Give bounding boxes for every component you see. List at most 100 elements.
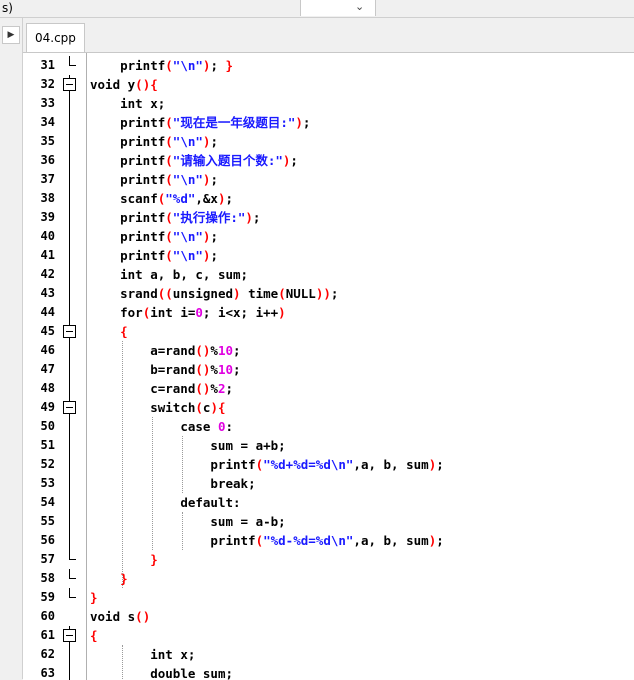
fold-guide [63,170,77,189]
code-line[interactable]: 37 printf("\n"); [23,170,634,189]
fold-guide [63,265,77,284]
line-number: 63 [40,666,55,680]
code-text: int a, b, c, sum; [120,267,249,282]
indent-guide [122,645,124,680]
code-line[interactable]: 34 printf("现在是一年级题目:"); [23,113,634,132]
code-line[interactable]: 36 printf("请输入题目个数:"); [23,151,634,170]
top-toolbar: s) ⌄ [0,0,634,18]
fold-collapse-icon[interactable] [63,626,77,645]
fold-guide [63,512,77,531]
code-text: printf("%d-%d=%d\n",a, b, sum); [90,533,444,548]
code-text: for(int i=0; i<x; i++) [120,305,286,320]
code-line[interactable]: 47 b=rand()%10; [23,360,634,379]
triangle-right-icon[interactable]: ▶ [2,26,20,44]
line-number: 40 [40,229,55,243]
line-number: 41 [40,248,55,262]
scope-dropdown[interactable]: ⌄ [300,0,376,16]
code-line[interactable]: 44 for(int i=0; i<x; i++) [23,303,634,322]
line-number: 47 [40,362,55,376]
project-panel-strip: ▶ [0,18,23,679]
code-line[interactable]: 43 srand((unsigned) time(NULL)); [23,284,634,303]
code-line[interactable]: 59} [23,588,634,607]
fold-end-marker [63,588,77,607]
line-number: 43 [40,286,55,300]
fold-guide [63,94,77,113]
line-number: 39 [40,210,55,224]
code-line[interactable]: 31 printf("\n"); } [23,56,634,75]
line-number: 58 [40,571,55,585]
fold-end-marker [63,569,77,588]
line-number: 31 [40,58,55,72]
code-line[interactable]: 60 void s() [23,607,634,626]
code-line[interactable]: 61 { [23,626,634,645]
code-line[interactable]: 49 switch(c){ [23,398,634,417]
code-line[interactable]: 51 sum = a+b; [23,436,634,455]
code-line[interactable]: 41 printf("\n"); [23,246,634,265]
fold-guide [63,132,77,151]
fold-guide [63,379,77,398]
fold-guide [63,189,77,208]
code-text: printf("执行操作:"); [90,210,261,225]
indent-guide [122,341,124,588]
fold-guide [63,474,77,493]
code-line[interactable]: 53 break; [23,474,634,493]
code-line[interactable]: 39 printf("执行操作:"); [23,208,634,227]
line-number: 32 [40,77,55,91]
fold-collapse-icon[interactable] [63,398,77,417]
code-text: printf("\n"); [90,229,218,244]
fold-guide [63,246,77,265]
line-number: 56 [40,533,55,547]
indent-guide [152,417,154,550]
code-line[interactable]: 35 printf("\n"); [23,132,634,151]
code-text: { [90,628,98,643]
code-line[interactable]: 62 int x; [23,645,634,664]
chevron-down-icon[interactable]: ⌄ [355,0,364,13]
code-line[interactable]: 32 void y(){ [23,75,634,94]
line-number: 61 [40,628,55,642]
code-text: printf("\n"); [90,248,218,263]
code-line[interactable]: 56 printf("%d-%d=%d\n",a, b, sum); [23,531,634,550]
code-line[interactable]: 52 printf("%d+%d=%d\n",a, b, sum); [23,455,634,474]
fold-guide [63,531,77,550]
code-line[interactable]: 50 case 0: [23,417,634,436]
line-number: 51 [40,438,55,452]
line-number: 36 [40,153,55,167]
fold-guide [63,113,77,132]
tab-04-cpp[interactable]: 04.cpp [26,23,85,52]
code-line[interactable]: 45 { [23,322,634,341]
code-text: int x; [150,647,196,662]
code-line[interactable]: 57 } [23,550,634,569]
code-text: } [90,590,98,605]
line-number: 52 [40,457,55,471]
code-line[interactable]: 38 scanf("%d",&x); [23,189,634,208]
code-text: case 0: [180,419,234,434]
line-number: 50 [40,419,55,433]
line-number: 45 [40,324,55,338]
code-text: a=rand()%10; [90,343,241,358]
code-text: double sum; [150,666,234,680]
fold-guide [63,360,77,379]
code-text: printf("\n"); [90,134,218,149]
line-number: 38 [40,191,55,205]
fold-empty [63,607,77,626]
code-text: int x; [120,96,166,111]
code-editor[interactable]: 31 printf("\n"); } 32 void y(){33 int x; 34… [23,52,634,680]
code-line[interactable]: 58 } [23,569,634,588]
fold-guide [63,208,77,227]
code-text: { [120,324,128,339]
code-line[interactable]: 33 int x; [23,94,634,113]
line-number: 44 [40,305,55,319]
fold-collapse-icon[interactable] [63,75,77,94]
code-line[interactable]: 40 printf("\n"); [23,227,634,246]
fold-guide [63,227,77,246]
code-line[interactable]: 63 double sum; [23,664,634,680]
line-number: 62 [40,647,55,661]
code-line[interactable]: 46 a=rand()%10; [23,341,634,360]
code-text: sum = a-b; [90,514,286,529]
line-number: 60 [40,609,55,623]
code-line[interactable]: 48 c=rand()%2; [23,379,634,398]
code-line[interactable]: 42 int a, b, c, sum; [23,265,634,284]
code-line[interactable]: 54 default: [23,493,634,512]
code-line[interactable]: 55 sum = a-b; [23,512,634,531]
fold-collapse-icon[interactable] [63,322,77,341]
